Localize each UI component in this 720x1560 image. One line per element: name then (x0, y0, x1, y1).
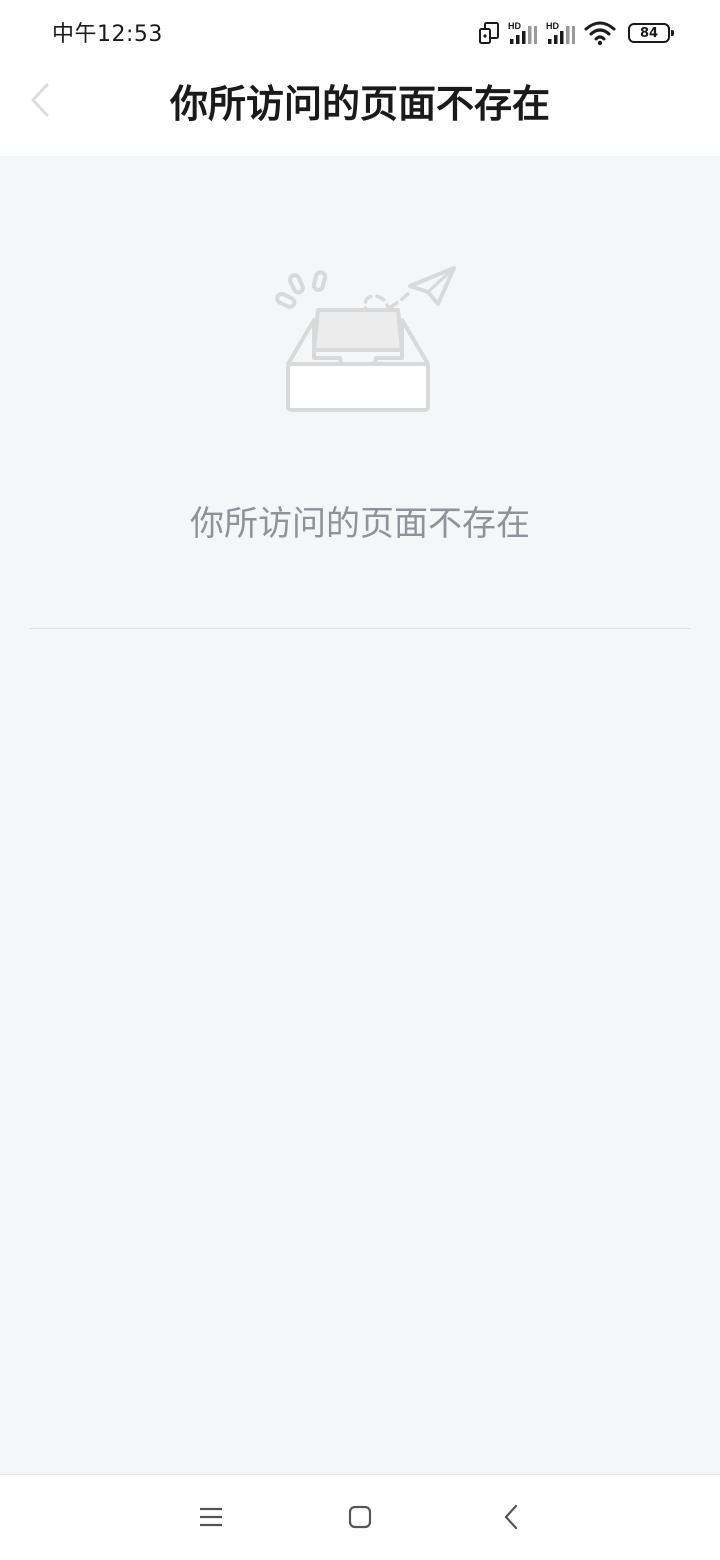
system-navigation-bar (0, 1474, 720, 1560)
network-label: HD (508, 21, 521, 31)
system-back-button[interactable] (491, 1499, 531, 1539)
network-label: HD (546, 21, 559, 31)
battery-icon: 84 (628, 23, 674, 43)
status-bar: 中午12:53 HD HD 84 (0, 0, 720, 66)
dual-window-icon (478, 21, 500, 45)
menu-button[interactable] (191, 1499, 231, 1539)
nav-bar: 你所访问的页面不存在 (0, 66, 720, 156)
empty-inbox-paper-plane-icon (270, 260, 460, 420)
page-title: 你所访问的页面不存在 (169, 82, 550, 126)
status-icons: HD HD 84 (478, 18, 674, 48)
battery-level: 84 (639, 25, 659, 41)
signal-strength-icon: HD (508, 20, 538, 46)
menu-icon (199, 1506, 223, 1532)
divider (29, 628, 691, 629)
home-icon (348, 1505, 372, 1533)
status-time: 中午12:53 (52, 22, 163, 47)
wifi-icon (584, 20, 616, 46)
home-button[interactable] (340, 1499, 380, 1539)
back-icon (503, 1504, 519, 1534)
signal-strength-icon: HD (546, 20, 576, 46)
empty-message: 你所访问的页面不存在 (190, 504, 530, 544)
